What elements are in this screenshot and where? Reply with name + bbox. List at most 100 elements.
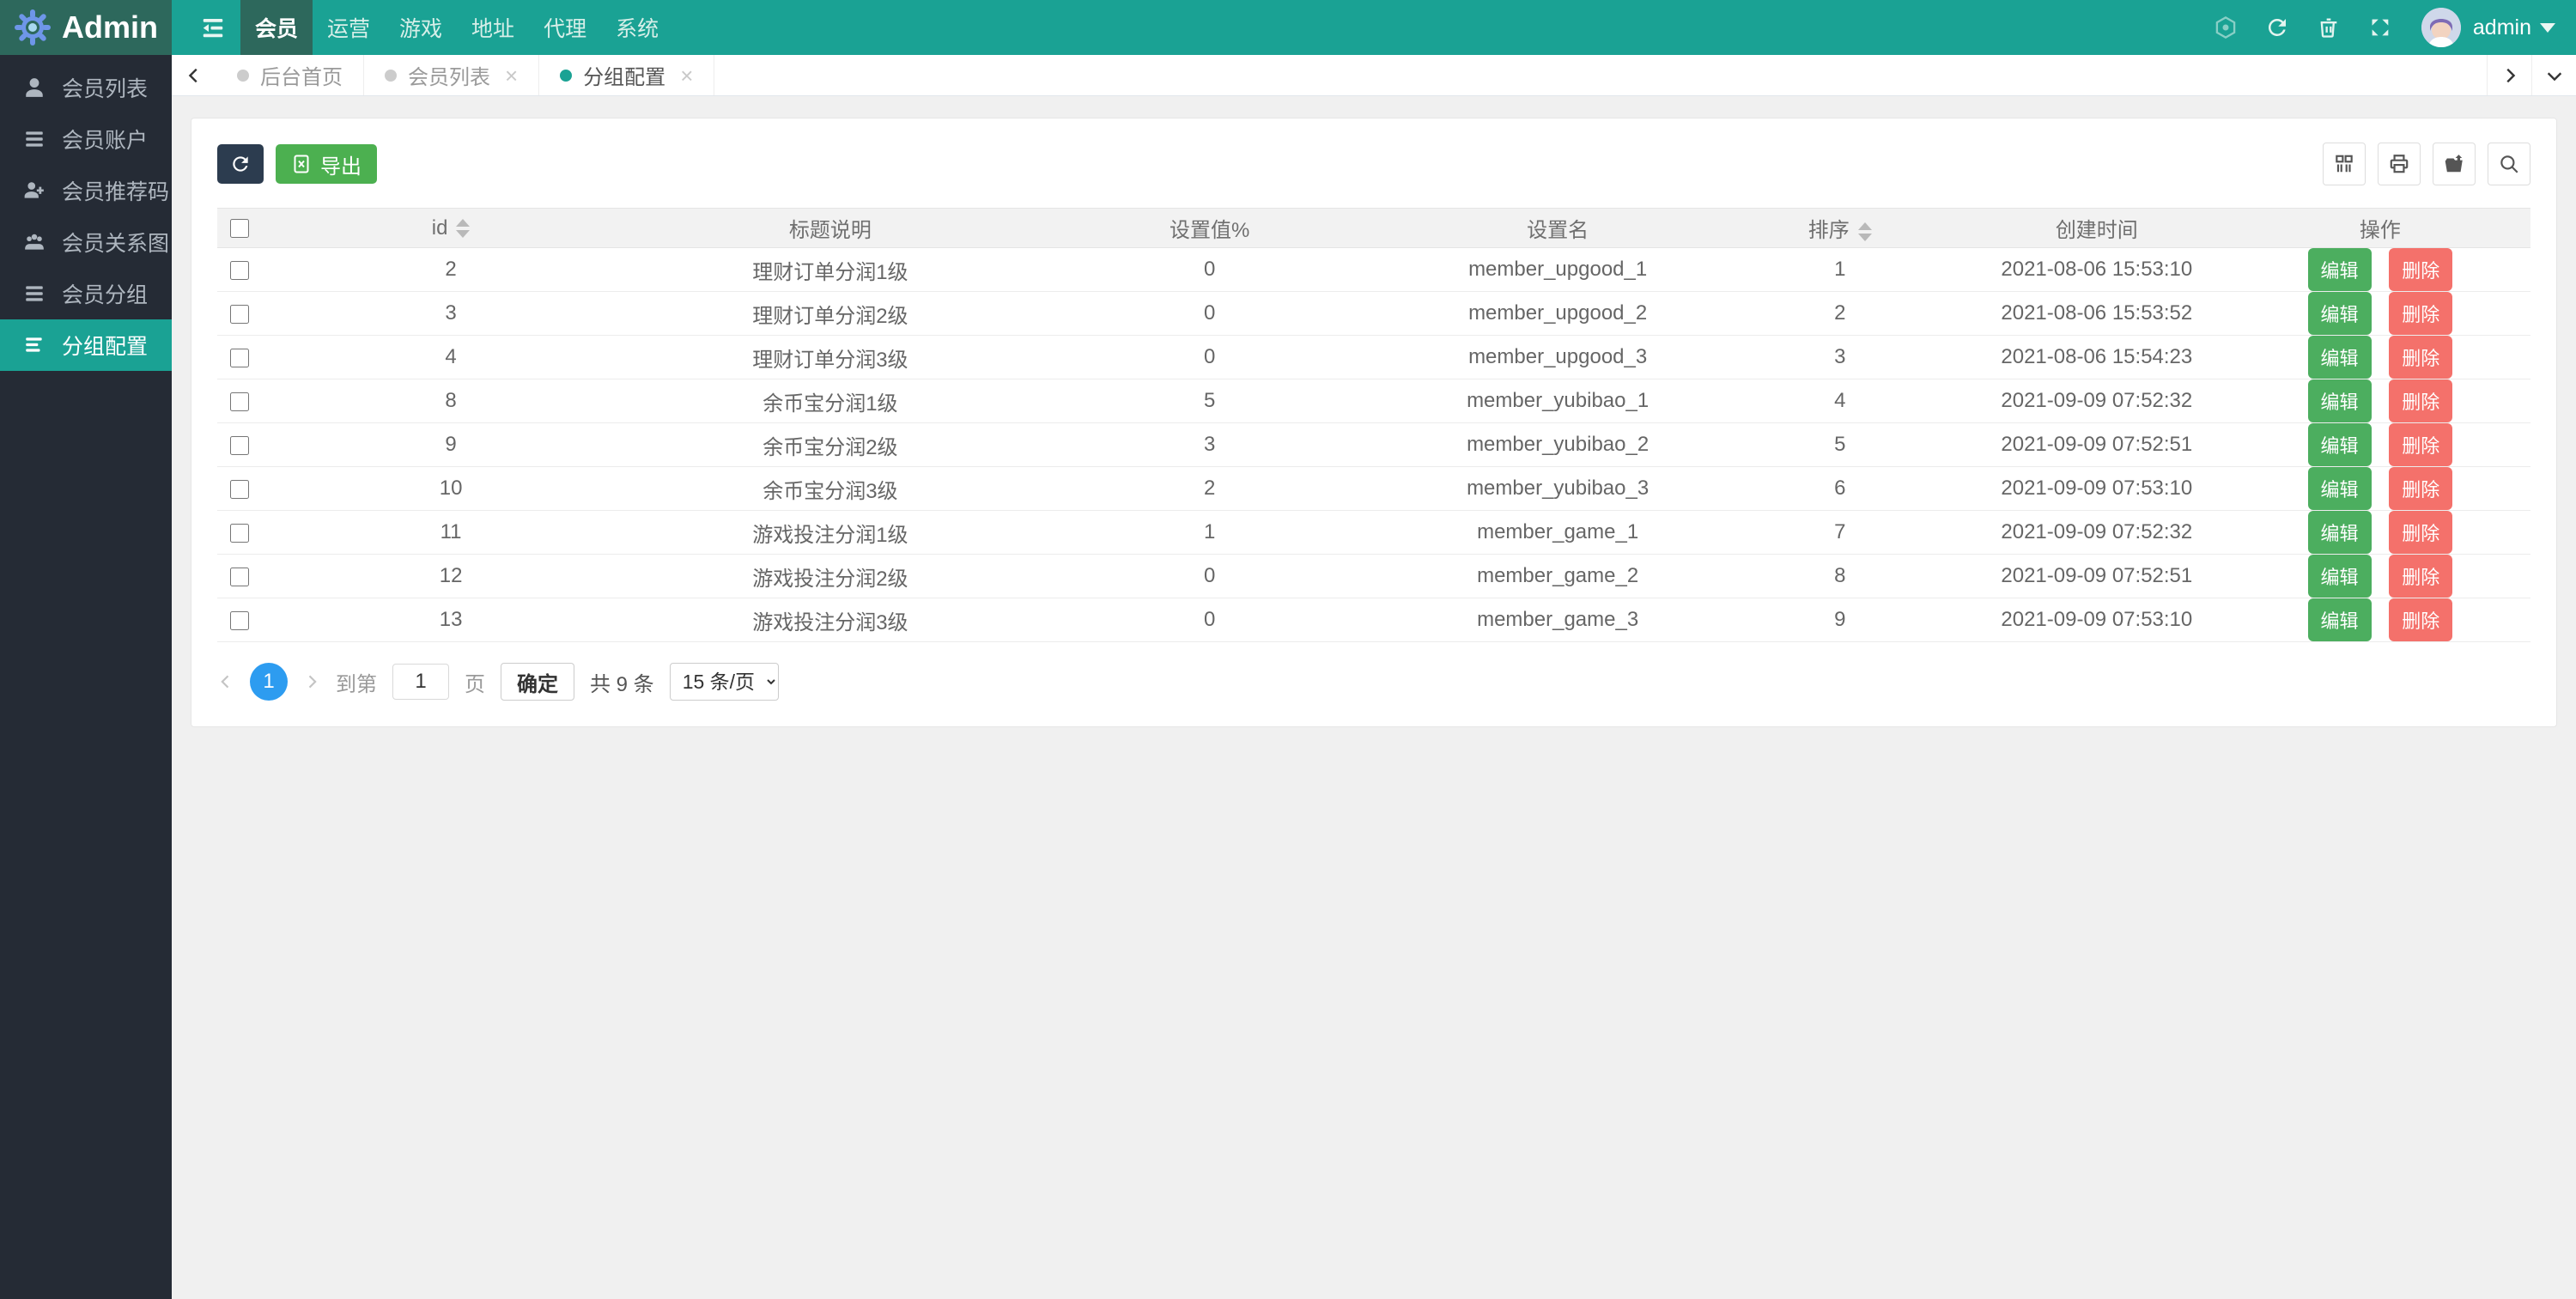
sort-icon[interactable] [1857,222,1872,241]
user-name: admin [2472,15,2531,39]
row-select-cell [217,510,262,555]
edit-button[interactable]: 编辑 [2307,379,2372,422]
sidebar-item-member-refcode[interactable]: 会员推荐码 [0,165,172,216]
delete-button[interactable]: 删除 [2389,379,2453,422]
menu-item-system[interactable]: 系统 [601,0,673,55]
row-checkbox[interactable] [229,392,249,411]
delete-button[interactable]: 删除 [2389,555,2453,598]
columns-icon[interactable] [2323,143,2366,185]
tab-group-config[interactable]: 分组配置 × [539,55,715,95]
table-row: 3 理财订单分润2级 0 member_upgood_2 2 2021-08-0… [217,291,2530,336]
module-hexagon-icon[interactable] [2200,0,2251,55]
delete-button[interactable]: 删除 [2389,511,2453,554]
row-checkbox[interactable] [229,260,249,280]
cell-created: 2021-09-09 07:52:51 [1963,422,2230,467]
refresh-button[interactable] [217,144,264,184]
tabs-scroll-right-icon[interactable] [2487,55,2531,95]
sidebar-item-member-list[interactable]: 会员列表 [0,62,172,113]
edit-button[interactable]: 编辑 [2307,511,2372,554]
search-icon[interactable] [2488,143,2530,185]
print-icon[interactable] [2378,143,2421,185]
cell-value: 0 [1019,335,1400,379]
prev-page-icon[interactable] [217,673,234,690]
delete-button[interactable]: 删除 [2389,598,2453,641]
sidebar-item-member-group[interactable]: 会员分组 [0,268,172,319]
table-card: 导出 id 标题说明 设置值% 设置名 排序 创建时间 操作 2 理财订单分润1… [191,118,2557,727]
close-icon[interactable]: × [680,64,693,87]
menu-item-member[interactable]: 会员 [240,0,313,55]
row-checkbox[interactable] [229,610,249,630]
page-number-active[interactable]: 1 [250,663,288,701]
column-sort[interactable]: 排序 [1716,208,1964,248]
menu-item-agent[interactable]: 代理 [529,0,601,55]
select-all-checkbox[interactable] [229,219,249,239]
export-button[interactable]: 导出 [276,144,377,184]
avatar[interactable] [2421,8,2461,47]
delete-button[interactable]: 删除 [2389,248,2453,291]
cell-value: 0 [1019,598,1400,642]
edit-button[interactable]: 编辑 [2307,292,2372,335]
page-size-select[interactable]: 15 条/页 [669,663,779,701]
cell-sort: 3 [1716,335,1964,379]
row-select-cell [217,554,262,598]
cell-created: 2021-09-09 07:53:10 [1963,466,2230,511]
cell-sort: 5 [1716,422,1964,467]
cell-sort: 4 [1716,379,1964,423]
row-select-cell [217,247,262,292]
fullscreen-icon[interactable] [2354,0,2406,55]
cell-name: member_yubibao_1 [1399,379,1716,423]
user-dropdown[interactable]: admin [2473,15,2567,40]
top-navbar: Admin 会员 运营 游戏 地址 代理 系统 admin [0,0,2576,55]
delete-button[interactable]: 删除 [2389,423,2453,466]
tabs-scroll-left-icon[interactable] [172,55,216,95]
sidebar-item-member-relations[interactable]: 会员关系图 [0,216,172,268]
menu-item-address[interactable]: 地址 [457,0,529,55]
edit-button[interactable]: 编辑 [2307,423,2372,466]
delete-button[interactable]: 删除 [2389,467,2453,510]
delete-button[interactable]: 删除 [2389,292,2453,335]
refresh-icon[interactable] [2251,0,2303,55]
row-checkbox[interactable] [229,567,249,586]
sidebar-toggle-icon[interactable] [185,0,240,55]
export-file-icon[interactable] [2433,143,2476,185]
delete-button[interactable]: 删除 [2389,336,2453,379]
edit-button[interactable]: 编辑 [2307,248,2372,291]
trash-icon[interactable] [2303,0,2354,55]
cell-title: 余币宝分润3级 [640,466,1020,511]
sidebar-item-member-account[interactable]: 会员账户 [0,113,172,165]
menu-item-game[interactable]: 游戏 [385,0,457,55]
sidebar-item-group-config[interactable]: 分组配置 [0,319,172,371]
row-checkbox[interactable] [229,479,249,499]
tab-member-list[interactable]: 会员列表 × [364,55,540,95]
edit-button[interactable]: 编辑 [2307,598,2372,641]
sidebar-item-label: 分组配置 [62,335,149,359]
row-checkbox[interactable] [229,523,249,543]
close-icon[interactable]: × [505,64,518,87]
edit-button[interactable]: 编辑 [2307,336,2372,379]
edit-button[interactable]: 编辑 [2307,467,2372,510]
edit-button[interactable]: 编辑 [2307,555,2372,598]
confirm-button[interactable]: 确定 [501,663,574,701]
row-checkbox[interactable] [229,304,249,324]
row-select-cell [217,379,262,423]
next-page-icon[interactable] [303,673,320,690]
cell-name: member_yubibao_3 [1399,466,1716,511]
tab-label: 会员列表 [408,66,490,89]
column-id[interactable]: id [261,208,641,248]
logo-gear-icon [14,9,52,46]
cell-id: 13 [261,598,641,642]
goto-page-input[interactable] [392,664,449,700]
tabs-menu-chevron-icon[interactable] [2531,55,2576,95]
menu-item-operation[interactable]: 运营 [313,0,385,55]
cell-id: 8 [261,379,641,423]
sort-icon[interactable] [456,219,471,239]
cell-name: member_yubibao_2 [1399,422,1716,467]
cell-name: member_game_1 [1399,510,1716,555]
row-checkbox[interactable] [229,435,249,455]
cell-id: 2 [261,247,641,292]
row-checkbox[interactable] [229,348,249,367]
tab-home[interactable]: 后台首页 [216,55,364,95]
user-plus-icon [22,179,46,202]
table-row: 9 余币宝分润2级 3 member_yubibao_2 5 2021-09-0… [217,422,2530,467]
sidebar-item-label: 会员列表 [62,77,149,101]
